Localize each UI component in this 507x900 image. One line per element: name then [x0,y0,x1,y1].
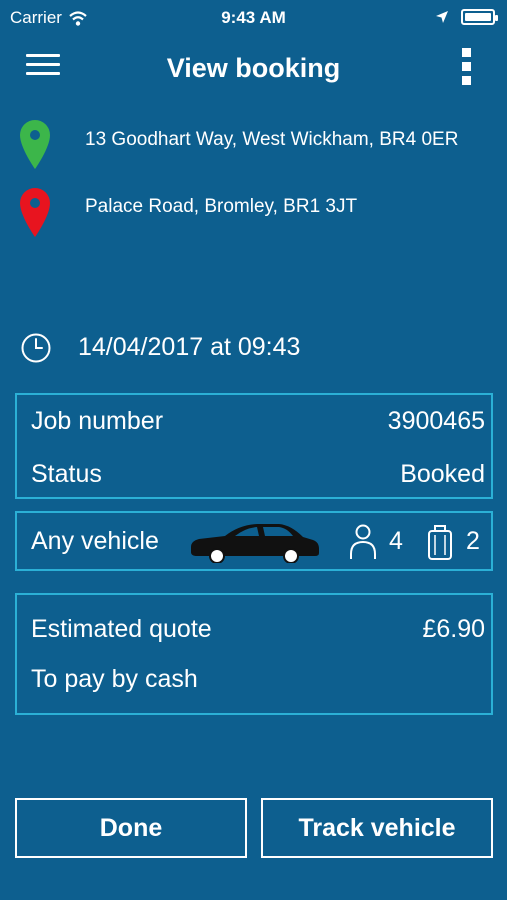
payment-method: To pay by cash [31,665,198,693]
pickup-address: 13 Goodhart Way, West Wickham, BR4 0ER [85,129,459,150]
job-number-label: Job number [31,407,164,435]
page-title: View booking [166,53,341,83]
job-number-value: 3900465 [387,407,485,435]
car-icon [191,524,319,563]
status-time: 9:43 AM [221,8,286,27]
red-pin-icon [20,188,50,237]
status-bar: Carrier 9:43 AM [0,0,507,36]
booking-datetime: 14/04/2017 at 09:43 [78,333,301,361]
job-details-card: Job number 3900465 Status Booked [15,393,493,499]
passenger-count: 4 [389,527,403,555]
clock-icon [21,333,51,363]
vehicle-card: Any vehicle 4 2 [15,511,493,571]
quote-value: £6.90 [422,615,485,643]
more-vertical-icon[interactable] [459,48,473,88]
quote-label: Estimated quote [31,615,212,643]
green-pin-icon [20,120,50,169]
location-arrow-icon [436,11,448,23]
nav-bar: View booking [0,40,507,96]
luggage-icon [428,525,452,560]
luggage-count: 2 [466,527,480,555]
battery-icon [461,9,498,25]
dropoff-address: Palace Road, Bromley, BR1 3JT [85,196,358,217]
vehicle-type: Any vehicle [31,527,159,555]
passenger-icon [350,524,376,559]
track-vehicle-button[interactable]: Track vehicle [261,798,493,858]
quote-card: Estimated quote £6.90 To pay by cash [15,593,493,715]
datetime-row: 14/04/2017 at 09:43 [0,330,507,366]
status-value: Booked [400,460,485,488]
dropoff-row: Palace Road, Bromley, BR1 3JT [0,186,507,240]
done-button[interactable]: Done [15,798,247,858]
pickup-row: 13 Goodhart Way, West Wickham, BR4 0ER [0,118,507,172]
status-label: Status [31,460,102,488]
status-right-icons [435,9,498,25]
